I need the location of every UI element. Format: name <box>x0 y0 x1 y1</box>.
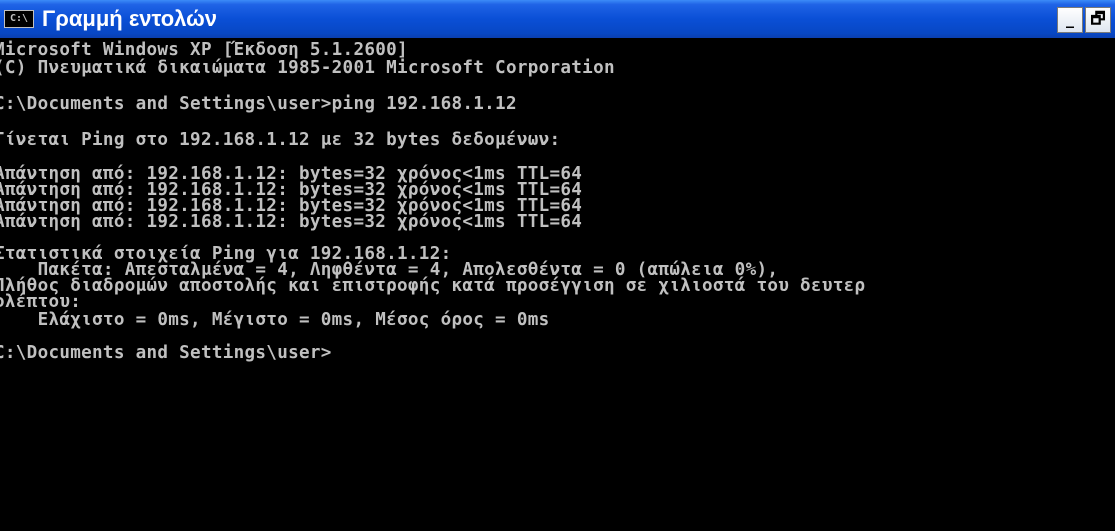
command-prompt-window: C:\ Γραμμή εντολών _ 🗗 Microsoft Windows… <box>0 0 1115 531</box>
restore-button[interactable]: 🗗 <box>1085 7 1111 33</box>
minimize-button[interactable]: _ <box>1057 7 1083 33</box>
console-text: Microsoft Windows XP [Έκδοση 5.1.2600] (… <box>0 40 866 363</box>
prompt-line: C:\Documents and Settings\user> <box>0 343 332 363</box>
header-line-copyright: (C) Πνευματικά δικαιώματα 1985-2001 Micr… <box>0 58 615 78</box>
pinging-line: Γίνεται Ping στο 192.168.1.12 με 32 byte… <box>0 130 561 150</box>
window-title: Γραμμή εντολών <box>42 6 217 31</box>
cmd-icon[interactable]: C:\ <box>4 10 34 28</box>
title-bar[interactable]: C:\ Γραμμή εντολών _ 🗗 <box>0 0 1115 38</box>
header-line-version: Microsoft Windows XP [Έκδοση 5.1.2600] <box>0 40 408 60</box>
stats-rtt-label-cont: ολέπτου: <box>0 292 82 312</box>
window-controls: _ 🗗 <box>1057 7 1111 33</box>
reply-line: Απάντηση από: 192.168.1.12: bytes=32 χρό… <box>0 212 583 232</box>
command-line: C:\Documents and Settings\user>ping 192.… <box>0 94 517 114</box>
console-output[interactable]: Microsoft Windows XP [Έκδοση 5.1.2600] (… <box>0 40 1115 531</box>
stats-rtt-label: Πλήθος διαδρομών αποστολής και επιστροφή… <box>0 276 866 296</box>
stats-rtt-values: Ελάχιστο = 0ms, Μέγιστο = 0ms, Μέσος όρο… <box>0 310 550 330</box>
